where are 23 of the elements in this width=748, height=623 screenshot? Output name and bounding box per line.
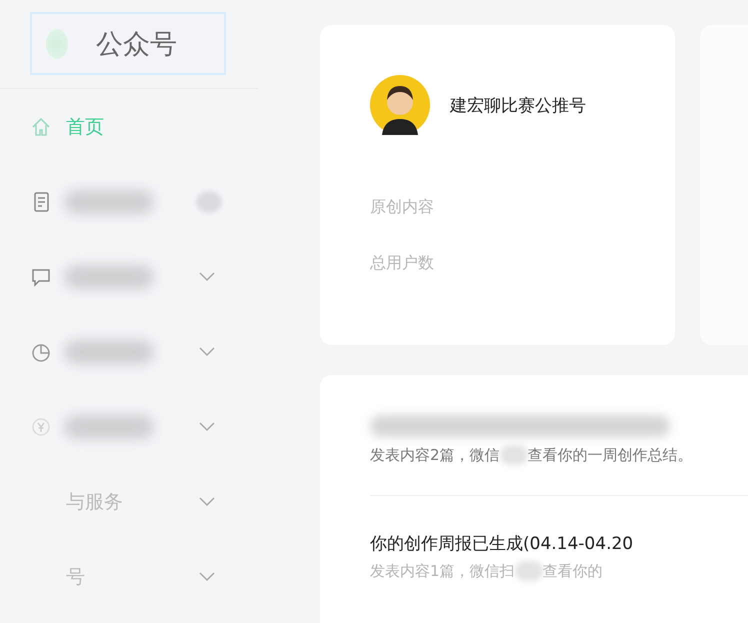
logo-title: 公众号: [96, 28, 177, 62]
chevron-icon[interactable]: [199, 346, 215, 356]
sidebar-item[interactable]: 号: [66, 564, 85, 590]
chevron-icon[interactable]: [199, 272, 215, 282]
sidebar-item[interactable]: 与服务: [66, 488, 123, 514]
notice-text: 查看你的: [542, 562, 603, 580]
chevron-icon[interactable]: [199, 572, 215, 582]
chevron-icon[interactable]: [199, 496, 215, 506]
notice-title[interactable]: 你的创作周报已生成(04.14-04.20: [370, 532, 748, 555]
avatar-icon: [370, 75, 430, 135]
sidebar-item[interactable]: 首页: [66, 114, 104, 140]
notice-text: 发表内容1篇，微信扫: [370, 562, 515, 580]
notice-text: 发表内容2篇，微信: [370, 446, 500, 464]
yen-icon: [30, 416, 52, 438]
blurred-text: [500, 445, 528, 465]
home-icon: [30, 116, 52, 138]
chevron-icon[interactable]: [199, 422, 215, 432]
stat-label: 原创内容: [370, 197, 435, 218]
notice-text: 查看你的一周创作总结。: [528, 446, 693, 464]
account-name: 建宏聊比赛公推号: [450, 94, 586, 116]
stat-label: 总用户数: [370, 253, 435, 274]
logo-icon: [46, 28, 68, 58]
blurred-text: [514, 561, 543, 581]
